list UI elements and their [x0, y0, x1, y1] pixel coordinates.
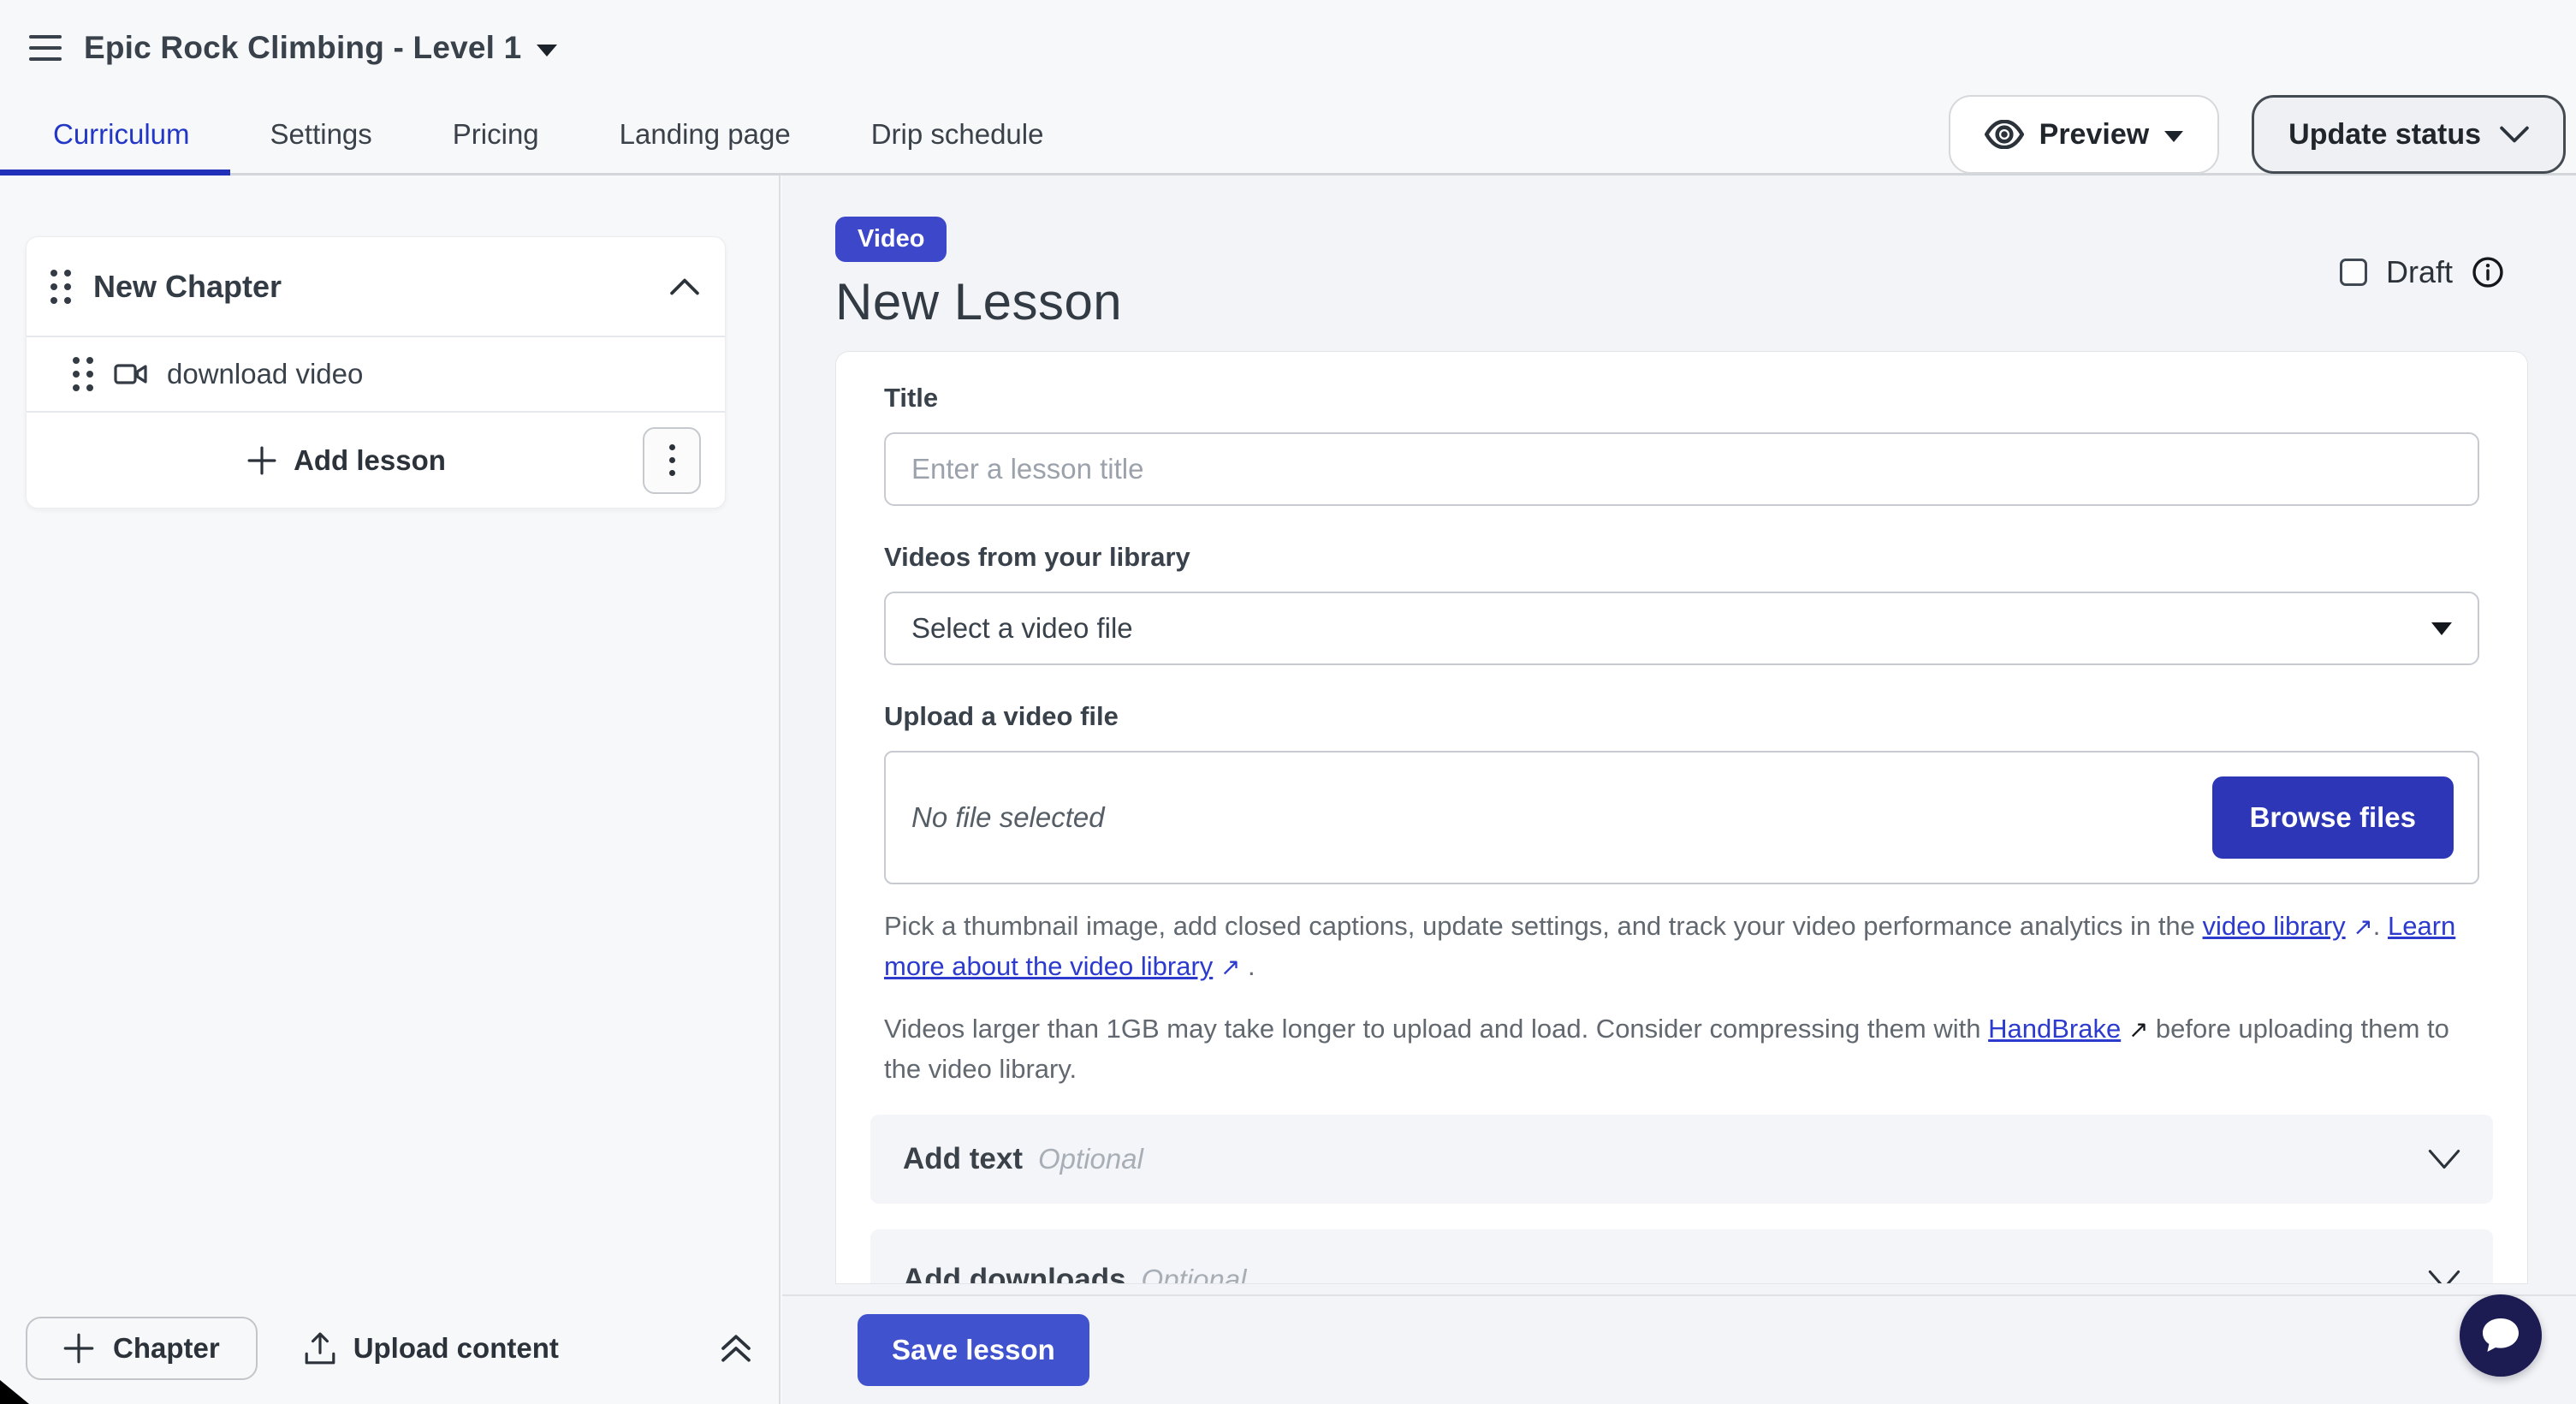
add-text-optional: Optional — [1038, 1143, 1143, 1175]
tab-curriculum[interactable]: Curriculum — [0, 96, 230, 173]
draft-checkbox[interactable] — [2340, 259, 2367, 286]
info-icon[interactable] — [2472, 256, 2504, 289]
lesson-row[interactable]: download video — [27, 336, 725, 411]
preview-button[interactable]: Preview — [1949, 95, 2220, 174]
double-chevron-up-icon — [719, 1331, 753, 1365]
lesson-type-badge: Video — [835, 217, 947, 262]
video-library-select-value: Select a video file — [911, 612, 1133, 645]
add-chapter-button[interactable]: Chapter — [26, 1317, 258, 1380]
save-lesson-button[interactable]: Save lesson — [858, 1314, 1089, 1386]
tab-actions: Preview Update status — [1949, 95, 2576, 174]
form-footer: Save lesson — [782, 1294, 2576, 1404]
eye-icon — [1985, 120, 2024, 149]
curriculum-sidebar: New Chapter download video Add lesson Ch… — [0, 176, 781, 1404]
library-field-label: Videos from your library — [884, 542, 2479, 573]
add-text-section[interactable]: Add text Optional — [870, 1115, 2493, 1204]
draft-label: Draft — [2386, 254, 2453, 290]
add-downloads-label: Add downloads — [903, 1263, 1126, 1284]
plus-icon — [63, 1333, 94, 1364]
upload-content-label: Upload content — [353, 1332, 559, 1365]
hamburger-menu-icon[interactable] — [26, 28, 65, 68]
video-library-link[interactable]: video library — [2203, 911, 2346, 941]
tab-landing-page[interactable]: Landing page — [579, 96, 831, 173]
draft-toggle-group: Draft — [2340, 254, 2504, 290]
plus-icon — [247, 446, 276, 475]
no-file-text: No file selected — [911, 801, 1105, 834]
add-lesson-row: Add lesson — [27, 411, 725, 508]
collapse-sidebar-button[interactable] — [719, 1331, 753, 1365]
tab-drip-schedule[interactable]: Drip schedule — [831, 96, 1084, 173]
handbrake-link[interactable]: HandBrake — [1988, 1014, 2121, 1044]
tab-settings[interactable]: Settings — [230, 96, 413, 173]
external-link-icon: ↗ — [2353, 913, 2372, 940]
chat-widget-button[interactable] — [2460, 1294, 2542, 1377]
help1-text: . — [2373, 911, 2388, 941]
add-downloads-section[interactable]: Add downloads Optional — [870, 1229, 2493, 1284]
chapter-title: New Chapter — [93, 269, 670, 305]
external-link-icon: ↗ — [2128, 1016, 2148, 1043]
lesson-page-title: New Lesson — [835, 272, 2528, 331]
preview-label: Preview — [2039, 118, 2150, 152]
video-upload-dropzone[interactable]: No file selected Browse files — [884, 751, 2479, 884]
update-status-label: Update status — [2288, 118, 2481, 152]
add-text-label: Add text — [903, 1142, 1023, 1176]
lesson-editor-pane: Video New Lesson Draft Title Videos from… — [782, 176, 2576, 1404]
upload-content-button[interactable]: Upload content — [304, 1331, 559, 1365]
top-bar: Epic Rock Climbing - Level 1 — [0, 0, 2576, 96]
lesson-title-input[interactable] — [884, 432, 2479, 506]
title-field-label: Title — [884, 383, 2479, 413]
select-caret-icon — [2431, 622, 2452, 635]
help1-text: Pick a thumbnail image, add closed capti… — [884, 911, 2203, 941]
chevron-down-icon — [2500, 125, 2529, 144]
add-lesson-label: Add lesson — [294, 444, 446, 477]
add-downloads-optional: Optional — [1142, 1264, 1247, 1284]
add-lesson-button[interactable]: Add lesson — [50, 413, 643, 508]
lesson-title: download video — [167, 358, 363, 390]
course-title[interactable]: Epic Rock Climbing - Level 1 — [84, 30, 521, 66]
chevron-down-icon — [2428, 1149, 2460, 1169]
upload-icon — [304, 1331, 336, 1365]
chevron-down-icon — [2428, 1270, 2460, 1284]
drag-handle-icon[interactable] — [50, 270, 71, 304]
help1-text: . — [1240, 951, 1255, 981]
update-status-button[interactable]: Update status — [2252, 95, 2566, 174]
browse-files-button[interactable]: Browse files — [2212, 776, 2454, 859]
lesson-form-card: Title Videos from your library Select a … — [835, 351, 2528, 1284]
drag-handle-icon[interactable] — [73, 357, 93, 391]
upload-field-label: Upload a video file — [884, 701, 2479, 732]
chevron-up-icon[interactable] — [670, 277, 699, 296]
file-size-help-text: Videos larger than 1GB may take longer t… — [884, 1009, 2479, 1089]
chapter-header[interactable]: New Chapter — [27, 237, 725, 336]
video-camera-icon — [114, 361, 148, 387]
preview-caret-icon — [2164, 131, 2183, 142]
chapter-card: New Chapter download video Add lesson — [26, 236, 726, 509]
tab-bar: Curriculum Settings Pricing Landing page… — [0, 96, 2576, 176]
video-library-select[interactable]: Select a video file — [884, 592, 2479, 665]
tab-pricing[interactable]: Pricing — [413, 96, 579, 173]
course-dropdown-caret-icon[interactable] — [537, 45, 557, 57]
add-chapter-label: Chapter — [113, 1332, 220, 1365]
external-link-icon: ↗ — [1220, 954, 1240, 980]
kebab-icon — [669, 444, 675, 476]
lesson-header: Video New Lesson — [835, 217, 2528, 331]
video-library-help-text: Pick a thumbnail image, add closed capti… — [884, 907, 2479, 987]
chat-bubble-icon — [2478, 1315, 2523, 1356]
chapter-kebab-menu-button[interactable] — [643, 427, 701, 494]
sidebar-footer: Chapter Upload content — [0, 1293, 779, 1404]
help2-text: Videos larger than 1GB may take longer t… — [884, 1014, 1988, 1044]
